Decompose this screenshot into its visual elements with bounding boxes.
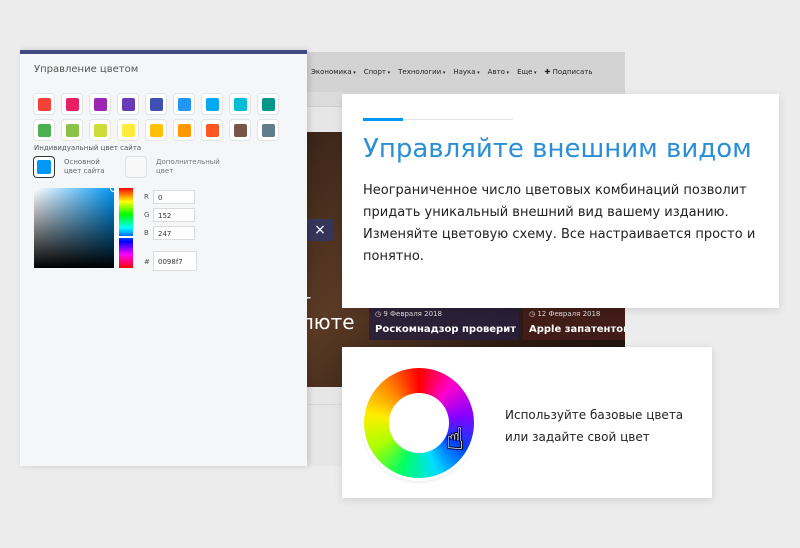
color-wheel-caption: Используйте базовые цвета или задайте св… xyxy=(505,408,684,444)
site-nav: Экономика Спорт Технологии Наука Авто Ещ… xyxy=(307,52,625,92)
feature-description: Неограниченное число цветовых комбинаций… xyxy=(363,183,756,264)
color-swatch[interactable] xyxy=(202,120,222,140)
color-swatch[interactable] xyxy=(90,120,110,140)
saturation-picker[interactable] xyxy=(34,188,114,268)
color-swatch[interactable] xyxy=(258,120,278,140)
color-panel: Управление цветом Индивидуальный цвет са… xyxy=(20,50,307,466)
news-card[interactable]: ◷ 9 Февраля 2018 Роскомнадзор проверит xyxy=(369,304,519,340)
color-swatch[interactable] xyxy=(230,94,250,114)
nav-item-auto[interactable]: Авто xyxy=(488,68,509,76)
close-icon[interactable]: × xyxy=(307,219,333,241)
news-card[interactable]: ◷ 12 Февраля 2018 Apple запатентова xyxy=(523,304,625,340)
color-swatch[interactable] xyxy=(174,94,194,114)
nav-item-tech[interactable]: Технологии xyxy=(398,68,445,76)
color-swatch[interactable] xyxy=(62,120,82,140)
b-label: B xyxy=(144,229,149,237)
hand-pointer-icon: ☝ xyxy=(446,422,465,457)
color-swatch[interactable] xyxy=(90,94,110,114)
hue-slider[interactable] xyxy=(119,188,133,268)
color-swatch[interactable] xyxy=(146,94,166,114)
nav-item-economy[interactable]: Экономика xyxy=(311,68,356,76)
additional-color-label: Дополнительный цвет xyxy=(156,158,220,175)
nav-item-more[interactable]: Еще xyxy=(517,68,536,76)
r-label: R xyxy=(144,193,149,201)
swatch-row-2 xyxy=(34,120,278,140)
individual-color-label: Индивидуальный цвет сайта xyxy=(34,144,142,152)
color-swatch[interactable] xyxy=(34,120,54,140)
feature-heading: Управляйте внешним видом xyxy=(363,134,752,164)
color-swatch[interactable] xyxy=(174,120,194,140)
b-input[interactable]: 247 xyxy=(153,226,195,240)
color-swatch[interactable] xyxy=(202,94,222,114)
r-input[interactable]: 0 xyxy=(153,190,195,204)
hue-slider-handle[interactable] xyxy=(117,236,135,238)
hero-title-line2: люте xyxy=(307,310,355,334)
hex-label: # xyxy=(144,258,150,266)
color-wheel-center xyxy=(389,393,449,453)
news-date: ◷ 9 Февраля 2018 xyxy=(375,310,442,318)
news-headline: Роскомнадзор проверит xyxy=(375,324,517,335)
color-wheel-card: ☝ Используйте базовые цвета или задайте … xyxy=(342,347,712,498)
color-swatch[interactable] xyxy=(230,120,250,140)
color-swatch[interactable] xyxy=(34,94,54,114)
color-swatch[interactable] xyxy=(118,120,138,140)
panel-title: Управление цветом xyxy=(34,64,139,75)
subscribe-link[interactable]: ✚ Подписать xyxy=(545,68,593,76)
news-headline: Apple запатентова xyxy=(529,324,625,335)
swatch-row-1 xyxy=(34,94,278,114)
g-label: G xyxy=(144,211,150,219)
main-color-preview xyxy=(37,160,51,174)
main-color-selector[interactable] xyxy=(34,157,54,177)
g-input[interactable]: 152 xyxy=(153,208,195,222)
feature-card: Управляйте внешним видом Неограниченное … xyxy=(342,94,779,308)
color-swatch[interactable] xyxy=(62,94,82,114)
saturation-handle[interactable] xyxy=(110,185,117,192)
news-date: ◷ 12 Февраля 2018 xyxy=(529,310,601,318)
divider xyxy=(403,119,513,120)
color-swatch[interactable] xyxy=(258,94,278,114)
nav-item-science[interactable]: Наука xyxy=(453,68,479,76)
additional-color-selector[interactable] xyxy=(126,157,146,177)
hex-input[interactable]: 0098f7 xyxy=(153,251,197,271)
accent-line xyxy=(363,118,403,121)
nav-item-sport[interactable]: Спорт xyxy=(364,68,390,76)
main-color-label: Основной цвет сайта xyxy=(64,158,105,175)
color-swatch[interactable] xyxy=(118,94,138,114)
color-swatch[interactable] xyxy=(146,120,166,140)
